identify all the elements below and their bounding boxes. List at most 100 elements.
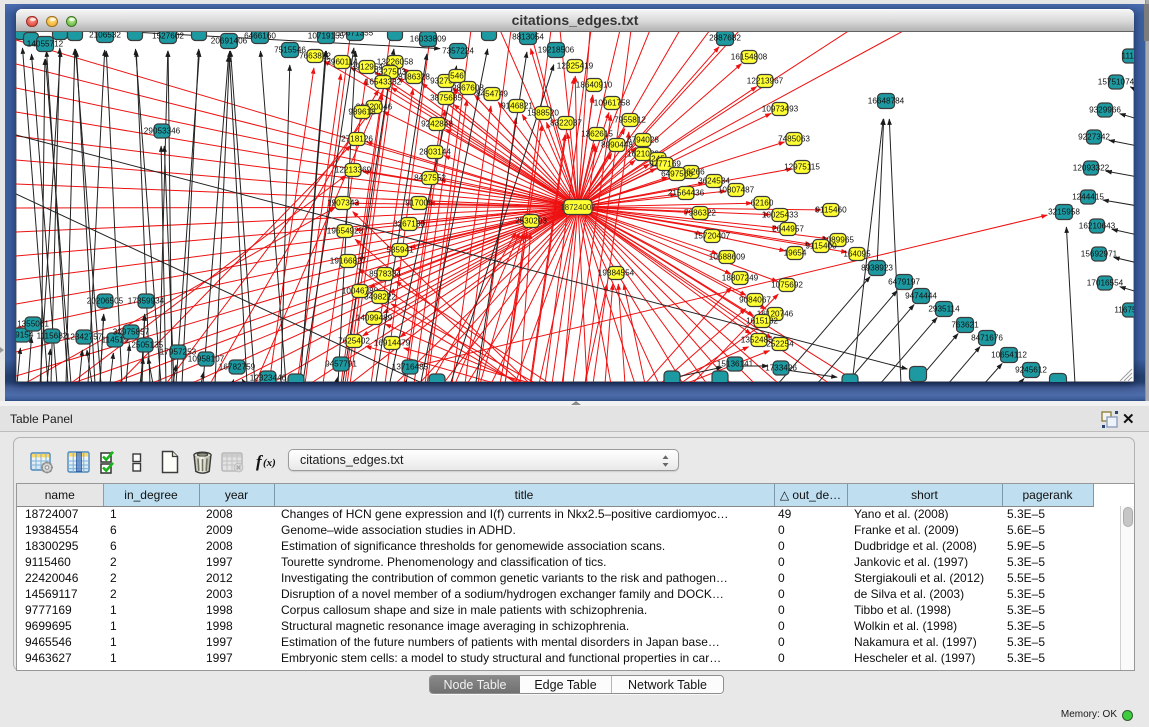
svg-text:18807249: 18807249 xyxy=(722,273,759,282)
svg-text:62160: 62160 xyxy=(751,198,774,207)
svg-text:546: 546 xyxy=(450,71,464,80)
svg-text:14099489: 14099489 xyxy=(356,313,393,322)
svg-text:13226058: 13226058 xyxy=(377,57,414,66)
svg-text:10973493: 10973493 xyxy=(762,104,799,113)
svg-text:16210643: 16210643 xyxy=(1079,221,1116,230)
svg-text:2644957: 2644957 xyxy=(772,224,804,233)
svg-text:7986322: 7986322 xyxy=(684,208,716,217)
svg-text:9245612: 9245612 xyxy=(1015,365,1047,374)
svg-text:1615132: 1615132 xyxy=(746,316,778,325)
svg-text:8813054: 8813054 xyxy=(512,32,544,41)
svg-text:1733426: 1733426 xyxy=(765,363,797,372)
svg-text:2887682: 2887682 xyxy=(709,33,741,42)
svg-text:1115682: 1115682 xyxy=(37,331,68,340)
svg-text:1907343: 1907343 xyxy=(327,198,359,207)
svg-text:7625402: 7625402 xyxy=(338,336,370,345)
svg-text:2935114: 2935114 xyxy=(928,304,960,313)
svg-text:16033809: 16033809 xyxy=(410,34,447,43)
svg-text:19166827: 19166827 xyxy=(330,256,367,265)
svg-text:8454749: 8454749 xyxy=(476,89,508,98)
svg-text:3624534: 3624534 xyxy=(698,176,730,185)
svg-text:1244415: 1244415 xyxy=(1072,192,1104,201)
svg-text:8578334: 8578334 xyxy=(369,269,401,278)
svg-text:15136141: 15136141 xyxy=(717,359,754,368)
svg-text:2718126: 2718126 xyxy=(341,134,373,143)
svg-text:9242848: 9242848 xyxy=(421,119,453,128)
svg-text:9084067: 9084067 xyxy=(739,295,771,304)
svg-text:14055712: 14055712 xyxy=(27,39,64,48)
svg-text:2106532: 2106532 xyxy=(89,32,121,39)
svg-text:7357224: 7357224 xyxy=(442,46,474,55)
svg-text:3267130: 3267130 xyxy=(393,219,425,228)
svg-text:12213369: 12213369 xyxy=(335,165,372,174)
svg-text:7485063: 7485063 xyxy=(778,134,810,143)
svg-text:12505135: 12505135 xyxy=(127,340,164,349)
svg-text:6466160: 6466160 xyxy=(244,32,276,40)
svg-text:12093322: 12093322 xyxy=(1073,163,1110,172)
svg-text:1075692: 1075692 xyxy=(771,280,803,289)
svg-text:252254: 252254 xyxy=(766,339,794,348)
svg-text:20691406: 20691406 xyxy=(211,36,248,45)
svg-text:15692971: 15692971 xyxy=(1081,249,1118,258)
svg-text:12325419: 12325419 xyxy=(557,61,594,70)
svg-text:9115400: 9115400 xyxy=(805,241,837,250)
svg-text:12213967: 12213967 xyxy=(747,76,784,85)
svg-text:16671355: 16671355 xyxy=(337,32,374,37)
svg-text:20206505: 20206505 xyxy=(87,296,124,305)
svg-text:18724007: 18724007 xyxy=(560,203,596,212)
svg-text:16648784: 16648784 xyxy=(868,96,905,105)
svg-text:13716485: 13716485 xyxy=(392,362,429,371)
svg-text:7955812: 7955812 xyxy=(614,115,646,124)
svg-text:763621: 763621 xyxy=(951,320,979,329)
svg-text:9457791: 9457791 xyxy=(325,359,357,368)
svg-text:10961758: 10961758 xyxy=(594,98,631,107)
svg-text:21564436: 21564436 xyxy=(668,188,705,197)
svg-text:(x): (x) xyxy=(263,457,276,469)
svg-text:1527602: 1527602 xyxy=(152,32,184,40)
svg-text:17359934: 17359934 xyxy=(128,296,165,305)
svg-text:8322037: 8322037 xyxy=(550,118,582,127)
svg-text:12975115: 12975115 xyxy=(784,162,820,171)
svg-text:39154: 39154 xyxy=(16,330,34,339)
svg-text:6794028: 6794028 xyxy=(627,135,659,144)
svg-text:1355061: 1355061 xyxy=(17,319,49,328)
svg-text:9227342: 9227342 xyxy=(1078,132,1110,141)
svg-text:9474444: 9474444 xyxy=(905,291,937,300)
svg-text:164095: 164095 xyxy=(843,249,871,258)
svg-text:1588520: 1588520 xyxy=(527,108,559,117)
svg-text:8427552: 8427552 xyxy=(414,173,446,182)
svg-text:3498222: 3498222 xyxy=(364,292,396,301)
svg-text:10688609: 10688609 xyxy=(709,252,746,261)
svg-text:29053346: 29053346 xyxy=(144,126,181,135)
svg-text:16782759: 16782759 xyxy=(219,362,256,371)
svg-text:15720407: 15720407 xyxy=(694,231,731,240)
svg-text:10654112: 10654112 xyxy=(991,350,1027,359)
svg-text:19654923: 19654923 xyxy=(327,226,364,235)
svg-text:9115460: 9115460 xyxy=(815,205,847,214)
svg-text:10807487: 10807487 xyxy=(718,185,755,194)
svg-text:16543382: 16543382 xyxy=(365,77,402,86)
svg-text:15751074: 15751074 xyxy=(1098,77,1134,86)
svg-text:19384554: 19384554 xyxy=(598,268,635,277)
svg-text:1117: 1117 xyxy=(1122,51,1135,60)
svg-text:8938923: 8938923 xyxy=(861,263,893,272)
svg-text:19218506: 19218506 xyxy=(538,45,575,54)
svg-text:16154808: 16154808 xyxy=(731,52,768,61)
svg-text:12323446: 12323446 xyxy=(250,373,287,382)
svg-text:2530203: 2530203 xyxy=(515,216,547,225)
svg-text:3215958: 3215958 xyxy=(1048,207,1080,216)
svg-text:19654: 19654 xyxy=(784,248,807,257)
svg-text:6497568: 6497568 xyxy=(661,169,693,178)
svg-text:989618: 989618 xyxy=(348,107,376,116)
svg-text:18640910: 18640910 xyxy=(576,80,613,89)
svg-text:6479197: 6479197 xyxy=(888,277,920,286)
svg-text:3875685: 3875685 xyxy=(430,93,462,102)
svg-text:9329966: 9329966 xyxy=(1089,105,1121,114)
svg-text:30975857: 30975857 xyxy=(113,327,150,336)
svg-text:12342757: 12342757 xyxy=(66,332,103,341)
svg-text:16914479: 16914479 xyxy=(374,338,411,347)
svg-text:10025433: 10025433 xyxy=(762,210,799,219)
svg-text:535941: 535941 xyxy=(386,245,414,254)
svg-text:8471676: 8471676 xyxy=(971,333,1003,342)
svg-text:1167534: 1167534 xyxy=(1114,305,1134,314)
